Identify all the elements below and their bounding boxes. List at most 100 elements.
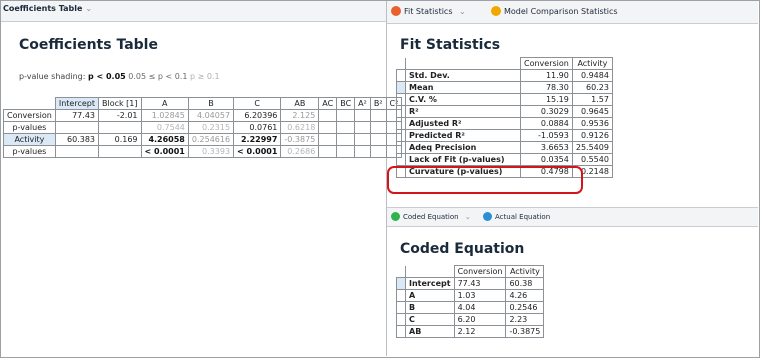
tab-dropdown-icon[interactable]: ⌄ (459, 7, 466, 16)
tab-dropdown-icon[interactable]: ⌄ (465, 213, 471, 221)
row-label[interactable]: A (405, 289, 455, 302)
row-label[interactable]: Adjusted R² (405, 117, 521, 130)
table-cell[interactable] (354, 109, 371, 122)
tab-model-comparison[interactable]: Model Comparison Statistics (491, 6, 618, 16)
row-label[interactable]: C.V. % (405, 93, 521, 106)
table-cell[interactable]: 77.43 (54, 109, 100, 122)
tab-actual-equation[interactable]: Actual Equation (483, 212, 550, 221)
table-cell[interactable]: 0.9126 (571, 129, 613, 142)
table-cell[interactable]: 2.22997 (233, 133, 282, 146)
table-cell[interactable] (318, 121, 338, 134)
table-cell[interactable]: 0.2315 (187, 121, 235, 134)
table-cell[interactable] (336, 145, 356, 158)
table-cell[interactable]: 77.43 (453, 277, 507, 290)
row-label[interactable]: p-values (3, 145, 56, 158)
table-cell[interactable] (336, 121, 356, 134)
table-cell[interactable]: -0.3875 (280, 133, 320, 146)
table-cell[interactable]: 60.23 (571, 81, 613, 94)
table-cell[interactable]: 3.6653 (520, 141, 573, 154)
column-header[interactable]: A (140, 97, 189, 110)
table-cell[interactable]: 0.7544 (140, 121, 189, 134)
row-label[interactable]: Predicted R² (405, 129, 521, 142)
table-cell[interactable] (336, 133, 356, 146)
table-cell[interactable]: 4.26 (505, 289, 545, 302)
table-cell[interactable]: 0.0884 (520, 117, 573, 130)
table-cell[interactable] (336, 109, 356, 122)
table-cell[interactable]: 1.02845 (140, 109, 189, 122)
column-header[interactable]: Activity (505, 265, 545, 278)
table-cell[interactable]: -0.3875 (505, 325, 545, 338)
table-cell[interactable]: 15.19 (520, 93, 573, 106)
tab-coded-equation[interactable]: Coded Equation ⌄ (391, 212, 471, 221)
table-cell[interactable]: 4.26058 (140, 133, 189, 146)
table-cell[interactable]: 60.383 (54, 133, 100, 146)
table-cell[interactable]: 6.20 (453, 313, 507, 326)
row-label[interactable]: R² (405, 105, 521, 118)
column-header[interactable]: C (233, 97, 282, 110)
column-header[interactable]: Intercept (54, 97, 100, 110)
table-cell[interactable] (354, 145, 371, 158)
table-cell[interactable] (369, 145, 387, 158)
table-cell[interactable] (98, 121, 142, 134)
table-cell[interactable]: 1.03 (453, 289, 507, 302)
table-cell[interactable]: 4.04057 (187, 109, 235, 122)
table-cell[interactable]: 0.9484 (571, 69, 613, 82)
column-header[interactable]: BC (336, 97, 356, 110)
row-label[interactable]: Conversion (3, 109, 56, 122)
row-label[interactable]: Mean (405, 81, 521, 94)
table-cell[interactable] (318, 145, 338, 158)
table-cell[interactable] (369, 109, 387, 122)
row-label[interactable]: Intercept (405, 277, 455, 290)
column-header[interactable]: AB (280, 97, 320, 110)
table-cell[interactable]: < 0.0001 (233, 145, 282, 158)
table-cell[interactable]: 0.169 (98, 133, 142, 146)
table-cell[interactable]: 0.9645 (571, 105, 613, 118)
table-cell[interactable] (369, 121, 387, 134)
column-header[interactable]: Conversion (453, 265, 507, 278)
table-cell[interactable] (54, 121, 100, 134)
tab-dropdown-icon[interactable]: ⌄ (85, 4, 92, 13)
row-label[interactable]: AB (405, 325, 455, 338)
row-label[interactable]: p-values (3, 121, 56, 134)
row-label[interactable]: Adeq Precision (405, 141, 521, 154)
table-cell[interactable]: < 0.0001 (140, 145, 189, 158)
table-cell[interactable]: 0.0761 (233, 121, 282, 134)
column-header[interactable]: Activity (571, 57, 613, 70)
table-cell[interactable] (354, 133, 371, 146)
table-cell[interactable] (318, 109, 338, 122)
column-header[interactable]: B (187, 97, 235, 110)
table-cell[interactable]: 2.23 (505, 313, 545, 326)
table-cell[interactable]: -2.01 (98, 109, 142, 122)
table-cell[interactable]: 0.2686 (280, 145, 320, 158)
tab-fit-statistics[interactable]: Fit Statistics ⌄ (391, 6, 466, 16)
row-label[interactable]: B (405, 301, 455, 314)
column-header[interactable]: Block [1] (98, 97, 142, 110)
table-cell[interactable]: 2.12 (453, 325, 507, 338)
table-cell[interactable]: 0.0354 (520, 153, 573, 166)
table-cell[interactable] (318, 133, 338, 146)
table-cell[interactable]: 0.2546 (505, 301, 545, 314)
table-cell[interactable]: 4.04 (453, 301, 507, 314)
table-cell[interactable]: 0.5540 (571, 153, 613, 166)
table-cell[interactable]: 11.90 (520, 69, 573, 82)
table-cell[interactable]: 78.30 (520, 81, 573, 94)
table-cell[interactable]: -1.0593 (520, 129, 573, 142)
tab-coefficients-table[interactable]: Coefficients Table ⌄ (3, 4, 92, 13)
table-cell[interactable]: 0.6218 (280, 121, 320, 134)
row-label[interactable]: Std. Dev. (405, 69, 521, 82)
table-cell[interactable] (98, 145, 142, 158)
table-cell[interactable]: 0.3393 (187, 145, 235, 158)
table-cell[interactable]: 0.9536 (571, 117, 613, 130)
row-label[interactable]: Activity (3, 133, 56, 146)
table-cell[interactable]: 25.5409 (571, 141, 613, 154)
column-header[interactable]: B² (369, 97, 387, 110)
column-header[interactable]: AC (318, 97, 338, 110)
table-cell[interactable]: 1.57 (571, 93, 613, 106)
table-cell[interactable]: 60.38 (505, 277, 545, 290)
table-cell[interactable] (354, 121, 371, 134)
table-cell[interactable] (369, 133, 387, 146)
table-cell[interactable]: 2.125 (280, 109, 320, 122)
table-cell[interactable]: 6.20396 (233, 109, 282, 122)
table-cell[interactable]: 0.254616 (187, 133, 235, 146)
column-header[interactable]: A² (354, 97, 371, 110)
